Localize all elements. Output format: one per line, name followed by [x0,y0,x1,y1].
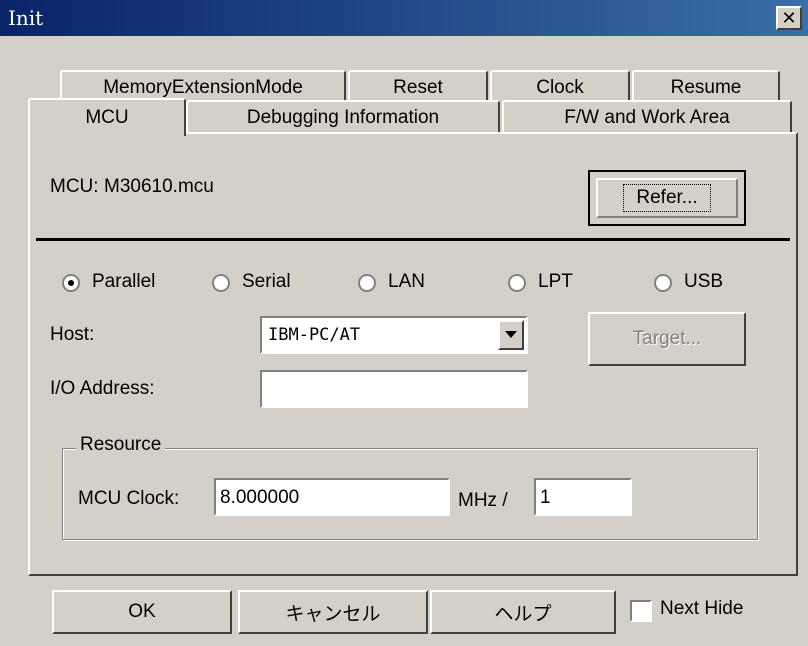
next-hide-checkbox[interactable] [630,600,652,622]
radio-label-parallel: Parallel [92,271,156,292]
window-title: Init [8,6,44,30]
radio-parallel[interactable] [62,274,80,292]
mcu-clock-input[interactable]: 8.000000 [214,478,450,516]
tab-fw-and-work-area[interactable]: F/W and Work Area [502,100,792,134]
clock-unit-label: MHz / [458,490,508,511]
tab-reset[interactable]: Reset [348,70,488,104]
mcu-clock-label: MCU Clock: [78,488,180,509]
radio-label-usb: USB [684,271,724,292]
radio-label-serial: Serial [242,271,291,292]
radio-lan[interactable] [358,274,376,292]
io-address-input[interactable] [260,370,528,408]
resource-group-legend: Resource [76,434,166,456]
help-button[interactable]: ヘルプ [430,590,616,634]
tab-label: MemoryExtensionMode [103,77,303,98]
help-button-label: ヘルプ [494,603,552,625]
tab-label: Resume [670,77,742,98]
close-icon: ✕ [781,8,797,28]
clock-divider-value: 1 [540,487,551,508]
radio-usb[interactable] [654,274,672,292]
target-button[interactable]: Target... [588,312,746,366]
radio-label-lan: LAN [388,271,425,292]
radio-label-lpt: LPT [538,271,573,292]
chevron-down-icon [505,331,517,338]
dropdown-button[interactable] [498,320,524,350]
title-bar: Init ✕ [0,0,808,36]
radio-lpt[interactable] [508,274,526,292]
close-button[interactable]: ✕ [776,6,802,30]
cancel-button-label: キャンセル [285,603,381,625]
mcu-file-name: M30610.mcu [104,176,214,197]
cancel-button[interactable]: キャンセル [238,590,428,634]
tab-label: Reset [393,77,443,98]
host-select-value: IBM-PC/AT [268,325,361,345]
tab-label: MCU [85,107,129,128]
host-select[interactable]: IBM-PC/AT [260,316,528,354]
tab-debugging-information[interactable]: Debugging Information [186,100,500,134]
ok-button[interactable]: OK [52,590,232,634]
tab-mcu[interactable]: MCU [28,98,186,136]
target-button-label: Target... [632,328,702,349]
radio-selected-dot [68,280,74,286]
radio-serial[interactable] [212,274,230,292]
tab-clock[interactable]: Clock [490,70,630,104]
tab-label: Clock [536,77,584,98]
divider [36,238,790,241]
tab-label: F/W and Work Area [564,107,730,128]
host-label: Host: [50,324,95,345]
tab-resume[interactable]: Resume [632,70,780,104]
tab-label: Debugging Information [246,107,440,128]
io-address-label: I/O Address: [50,378,155,399]
refer-button[interactable]: Refer... [588,170,746,226]
ok-button-label: OK [128,601,156,622]
next-hide-label: Next Hide [660,598,744,619]
clock-divider-input[interactable]: 1 [534,478,632,516]
mcu-clock-value: 8.000000 [220,487,300,508]
refer-button-label: Refer... [623,184,711,212]
mcu-label: MCU: [50,176,99,197]
